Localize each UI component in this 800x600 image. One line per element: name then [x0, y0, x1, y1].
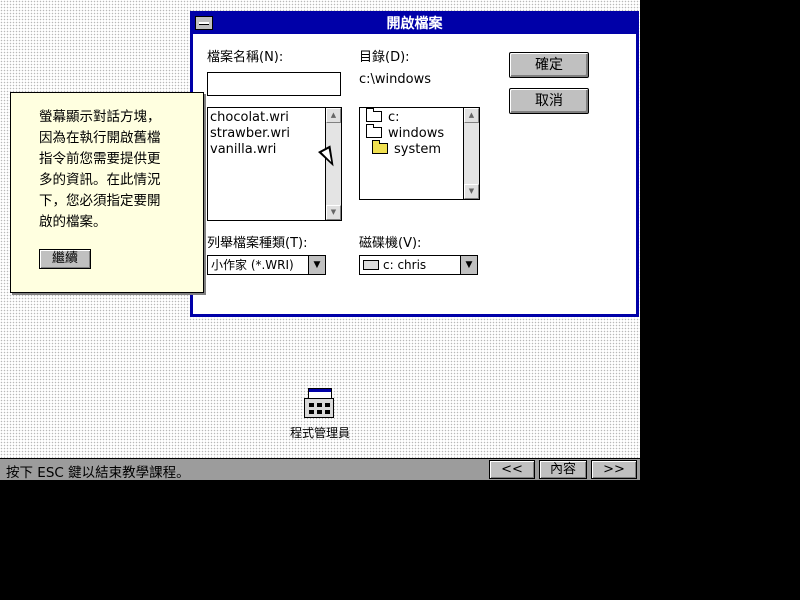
directory-list-item[interactable]: system — [366, 140, 444, 158]
contents-button[interactable]: 內容 — [539, 460, 587, 479]
directory-list-scrollbar[interactable]: ▲ ▼ — [463, 108, 479, 199]
dialog-titlebar[interactable]: 開啟檔案 — [193, 14, 636, 34]
directory-list-item[interactable]: c: — [366, 108, 444, 126]
next-button[interactable]: >> — [591, 460, 637, 479]
drive-value: c: chris — [383, 258, 427, 272]
scroll-up-arrow-icon[interactable]: ▲ — [326, 108, 341, 123]
scroll-up-arrow-icon[interactable]: ▲ — [464, 108, 479, 123]
system-menu-icon[interactable] — [195, 16, 213, 30]
file-list-item[interactable]: chocolat.wri — [210, 110, 290, 126]
filename-input[interactable] — [207, 72, 341, 96]
filename-label: 檔案名稱(N): — [207, 50, 284, 65]
continue-button[interactable]: 繼續 — [39, 249, 91, 269]
ok-button[interactable]: 確定 — [509, 52, 589, 78]
file-listbox[interactable]: chocolat.wri strawber.wri vanilla.wri ▲ ▼ — [207, 107, 342, 221]
desktop: 開啟檔案 檔案名稱(N): chocolat.wri strawber.wri va… — [0, 0, 640, 458]
directory-name: windows — [388, 126, 445, 141]
tutorial-balloon: 螢幕顯示對話方塊， 因為在執行開啟舊檔 指令前您需要提供更 多的資訊。在此情況 … — [10, 92, 204, 293]
drive-icon — [363, 259, 379, 270]
file-list-item[interactable]: vanilla.wri — [210, 142, 290, 158]
dropdown-arrow-icon[interactable]: ▼ — [308, 256, 325, 274]
file-type-select[interactable]: 小作家 (*.WRI) ▼ — [207, 255, 326, 275]
program-manager-label[interactable]: 程式管理員 — [282, 424, 358, 441]
directory-name: c: — [388, 110, 400, 125]
directory-label: 目錄(D): — [359, 50, 410, 65]
drive-select[interactable]: c: chris ▼ — [359, 255, 478, 275]
open-file-dialog: 開啟檔案 檔案名稱(N): chocolat.wri strawber.wri va… — [190, 11, 639, 317]
scroll-down-arrow-icon[interactable]: ▼ — [326, 205, 341, 220]
open-folder-icon — [366, 108, 382, 122]
directory-listbox[interactable]: c: windows system ▲ ▼ — [359, 107, 480, 200]
status-text: 按下 ESC 鍵以結束教學課程。 — [6, 465, 190, 481]
tutorial-statusbar: 按下 ESC 鍵以結束教學課程。 << 內容 >> — [0, 458, 640, 481]
drive-label: 磁碟機(V): — [359, 236, 422, 251]
current-directory: c:\windows — [359, 72, 432, 87]
directory-name: system — [394, 142, 441, 157]
cancel-button[interactable]: 取消 — [509, 88, 589, 114]
dropdown-arrow-icon[interactable]: ▼ — [460, 256, 477, 274]
previous-button[interactable]: << — [489, 460, 535, 479]
program-manager-icon[interactable] — [302, 386, 334, 420]
file-type-value: 小作家 (*.WRI) — [211, 258, 294, 272]
scroll-down-arrow-icon[interactable]: ▼ — [464, 184, 479, 199]
open-folder-icon — [366, 124, 382, 138]
tutorial-message: 螢幕顯示對話方塊， 因為在執行開啟舊檔 指令前您需要提供更 多的資訊。在此情況 … — [39, 109, 161, 230]
dialog-title: 開啟檔案 — [386, 16, 443, 32]
file-list-item[interactable]: strawber.wri — [210, 126, 290, 142]
file-type-label: 列舉檔案種類(T): — [207, 236, 308, 251]
folder-icon — [372, 140, 388, 154]
